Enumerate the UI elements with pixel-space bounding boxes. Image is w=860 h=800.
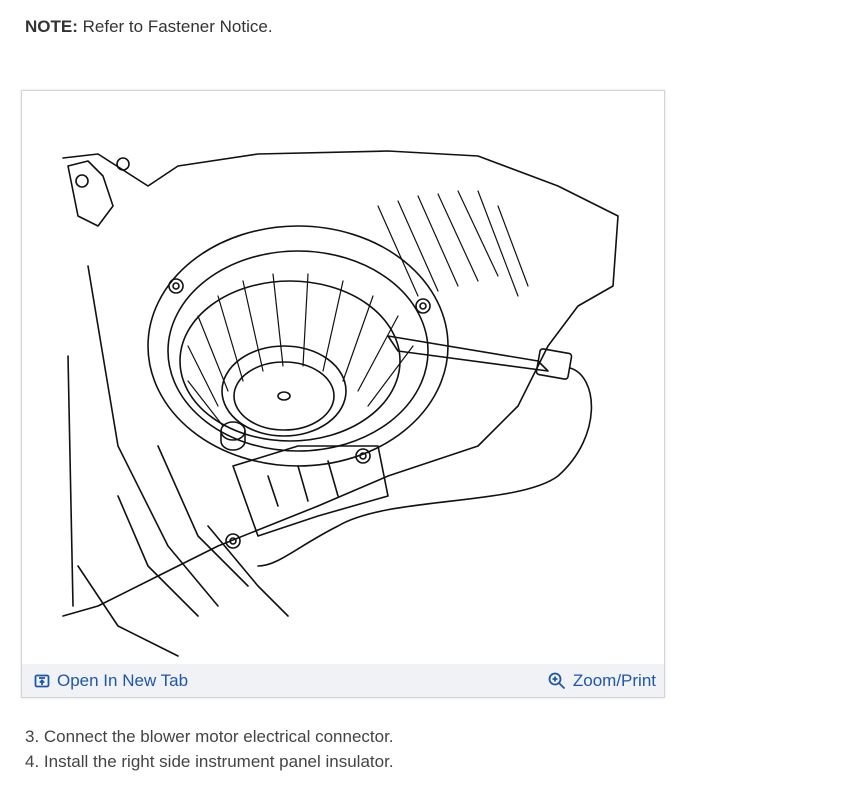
open-new-tab-label: Open In New Tab (57, 670, 189, 690)
step-item: 4. Install the right side instrument pan… (25, 752, 394, 771)
zoom-print-label: Zoom/Print (572, 670, 656, 690)
open-new-tab-link[interactable]: Open In New Tab (34, 671, 188, 691)
step-item: 3. Connect the blower motor electrical c… (25, 727, 394, 746)
zoom-print-link[interactable]: Zoom/Print (548, 671, 656, 691)
note-text: Refer to Fastener Notice. (82, 17, 273, 36)
note-label: NOTE: (25, 17, 78, 36)
zoom-in-icon (548, 672, 566, 690)
fastener-note: NOTE: Refer to Fastener Notice. (25, 17, 273, 37)
diagram-figure: Open In New Tab Zoom/Print (21, 90, 665, 698)
blower-motor-illustration (62, 150, 619, 657)
instruction-steps: 3. Connect the blower motor electrical c… (25, 724, 394, 774)
figure-toolbar: Open In New Tab Zoom/Print (22, 664, 664, 697)
open-new-tab-icon (34, 673, 50, 689)
